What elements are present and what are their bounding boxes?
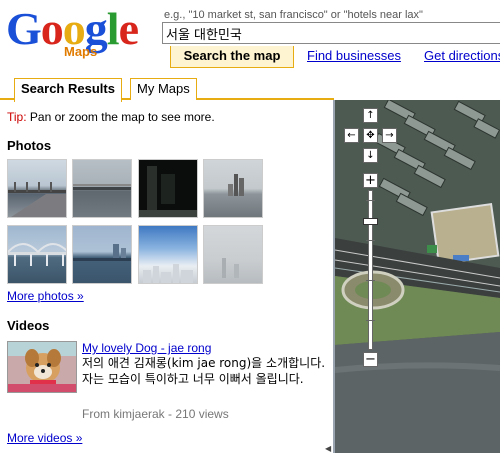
tab-find-businesses[interactable]: Find businesses [307,46,401,68]
pan-down-icon[interactable]: ↓ [363,148,378,163]
zoom-tick [366,280,375,281]
zoom-out-button[interactable]: − [363,352,378,367]
google-maps-logo[interactable]: Google Maps [6,4,156,64]
pan-left-icon[interactable]: ← [344,128,359,143]
zoom-slider-track[interactable] [368,190,373,350]
tip-label: Tip: [7,110,27,124]
photo-thumbnail[interactable] [203,159,263,218]
video-description: 저의 애견 김재롱(kim jae rong)을 소개합니다. 자는 모습이 특… [82,356,326,386]
zoom-slider-handle[interactable] [363,218,378,225]
results-tab-bar: Search Results My Maps [0,76,334,102]
pan-right-icon[interactable]: → [382,128,397,143]
photo-thumbnail[interactable] [72,225,132,284]
search-hint: e.g., "10 market st, san francisco" or "… [164,9,423,21]
photo-thumbnail[interactable] [7,225,67,284]
video-thumbnail[interactable] [7,341,77,393]
pan-up-icon[interactable]: ↑ [363,108,378,123]
zoom-tick [366,240,375,241]
tab-search-results[interactable]: Search Results [14,78,122,102]
video-title-link[interactable]: My lovely Dog - jae rong [82,341,211,355]
map-imagery [335,100,500,453]
satellite-map[interactable] [335,100,500,453]
tab-my-maps[interactable]: My Maps [130,78,197,100]
collapse-panel-icon[interactable]: ◀ [325,444,331,453]
tip-text: Tip: Pan or zoom the map to see more. [7,110,215,124]
logo-maps-label: Maps [64,44,98,59]
photo-thumbnail[interactable] [138,225,198,284]
videos-heading: Videos [7,318,50,333]
zoom-in-button[interactable]: + [363,173,378,188]
photo-thumbnail[interactable] [203,225,263,284]
photo-thumbnail[interactable] [72,159,132,218]
tab-get-directions[interactable]: Get directions [424,46,500,68]
photos-heading: Photos [7,138,52,153]
more-photos-link[interactable]: More photos » [7,289,84,303]
recenter-icon[interactable]: ✥ [363,128,378,143]
search-input[interactable] [162,22,500,44]
photo-thumbnail[interactable] [138,159,198,218]
zoom-tick [366,320,375,321]
more-videos-link[interactable]: More videos » [7,431,82,445]
zoom-tick [366,200,375,201]
tip-message: Pan or zoom the map to see more. [26,110,215,124]
tab-search-the-map[interactable]: Search the map [170,46,294,68]
photo-thumbnail[interactable] [7,159,67,218]
video-meta: From kimjaerak - 210 views [82,407,229,421]
